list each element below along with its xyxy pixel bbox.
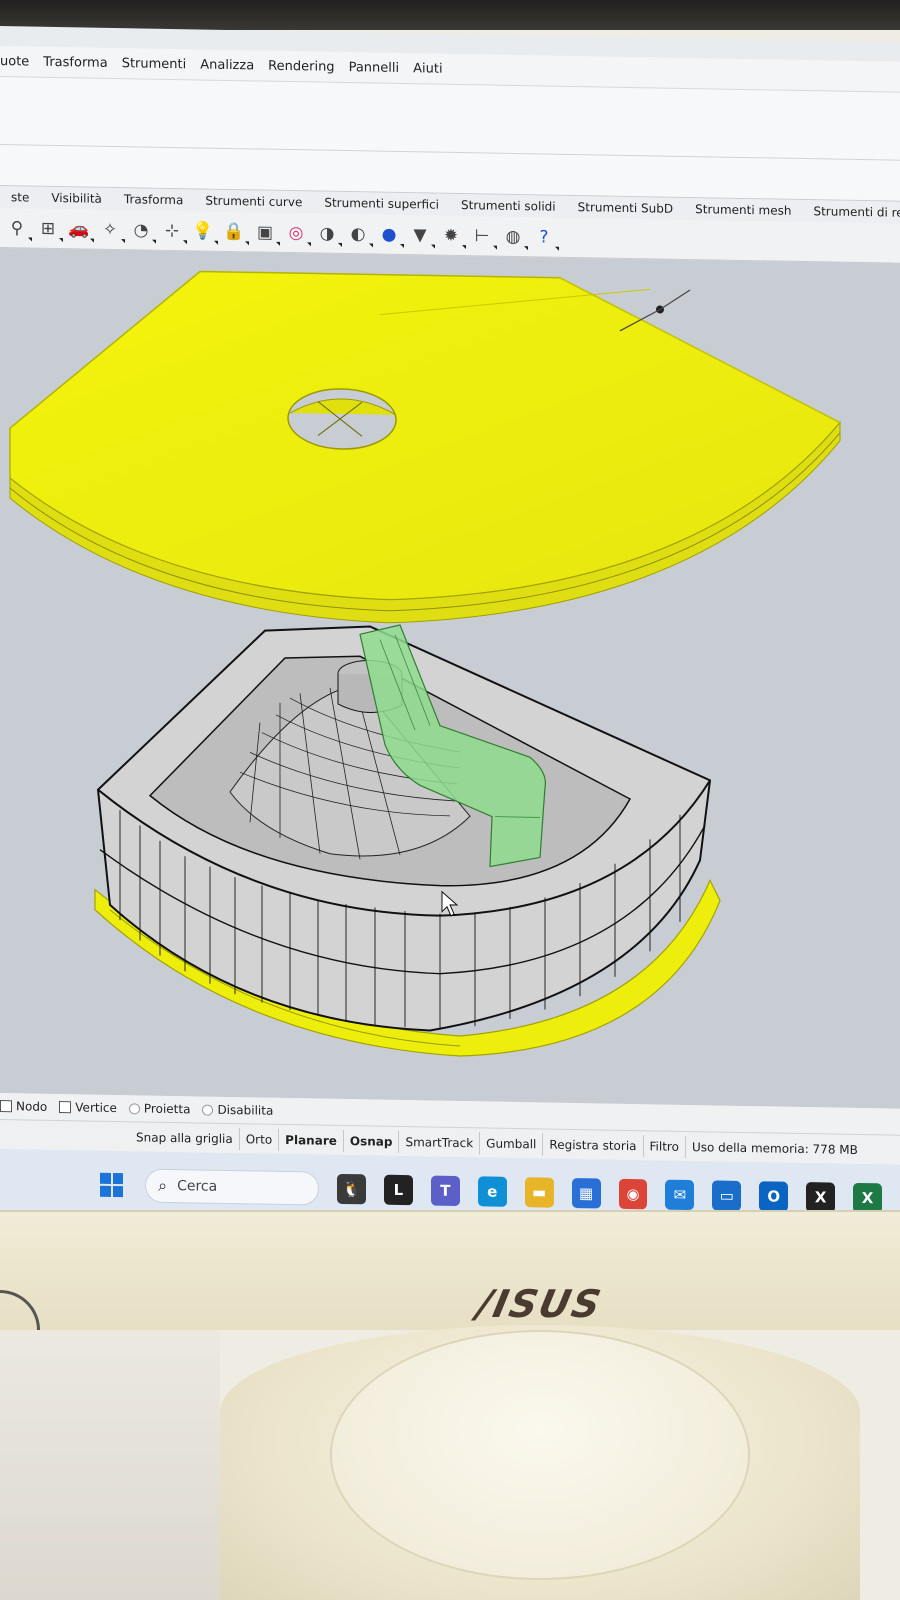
checkbox-box[interactable] — [0, 1100, 12, 1113]
excel-icon[interactable]: X — [853, 1182, 882, 1213]
gear-icon[interactable]: ✹ — [438, 222, 464, 248]
toolbar-tab[interactable]: Strumenti SubD — [567, 200, 684, 216]
help-icon[interactable]: ? — [531, 224, 557, 250]
menu-item[interactable]: Aiuti — [413, 61, 442, 77]
osnap-checkbox[interactable]: Nodo — [0, 1099, 47, 1114]
status-pane[interactable]: Registra storia — [543, 1132, 644, 1157]
monitor-top-bezel — [0, 0, 900, 30]
dimension-icon[interactable]: ⊢ — [469, 223, 495, 249]
search-placeholder: Cerca — [177, 1177, 218, 1195]
status-pane[interactable]: SmartTrack — [399, 1130, 481, 1154]
chrome-icon[interactable]: ◉ — [618, 1178, 648, 1209]
menu-item[interactable]: Rendering — [268, 58, 334, 74]
radio-box[interactable] — [128, 1102, 140, 1114]
sweep-icon[interactable]: ✧ — [97, 216, 123, 242]
edge-icon[interactable]: e — [477, 1175, 507, 1207]
outlook-icon[interactable]: O — [759, 1180, 789, 1212]
snap-icon[interactable]: ⊹ — [159, 217, 185, 243]
osnap-radio[interactable]: Disabilita — [202, 1103, 273, 1118]
mail-icon[interactable]: ✉ — [665, 1179, 695, 1210]
store-icon[interactable]: ▦ — [571, 1177, 601, 1208]
monitor-bottom-bezel — [0, 1210, 900, 1330]
monitor-brand-logo: /ISUS — [473, 1282, 607, 1326]
menu-item[interactable]: uote — [0, 54, 29, 70]
osnap-checkbox[interactable]: Vertice — [59, 1100, 117, 1115]
teams-icon[interactable]: T — [430, 1175, 460, 1206]
car-icon[interactable]: 🚗 — [66, 216, 92, 242]
status-pane[interactable]: Gumball — [480, 1131, 544, 1155]
toolbar-tab[interactable]: ste — [0, 190, 40, 205]
zoom-icon[interactable]: ⚲ — [4, 215, 30, 241]
materials-icon[interactable]: ▣ — [252, 219, 278, 245]
status-pane[interactable]: Snap alla griglia — [130, 1125, 240, 1150]
status-pane[interactable]: Planare — [279, 1128, 344, 1152]
file-explorer-icon[interactable]: ▬ — [524, 1176, 554, 1208]
toolbar-tab[interactable]: Strumenti mesh — [684, 202, 802, 218]
osnap-label: Disabilita — [217, 1102, 274, 1118]
menu-item[interactable]: Trasforma — [43, 54, 107, 70]
funnel-icon[interactable]: ▼ — [407, 222, 433, 248]
lock-icon[interactable]: 🔒 — [221, 218, 247, 244]
notes-app-icon[interactable]: L — [384, 1174, 413, 1205]
radio-box[interactable] — [202, 1104, 214, 1116]
widget-icon[interactable]: 🐧 — [337, 1173, 366, 1204]
status-pane[interactable]: Osnap — [343, 1129, 400, 1153]
menu-item[interactable]: Analizza — [200, 57, 254, 73]
light-bulb-icon[interactable]: 💡 — [190, 218, 216, 244]
toolbar-tab[interactable]: Strumenti di rende — [802, 204, 900, 220]
command-area[interactable] — [0, 76, 900, 202]
viewport-canvas — [9, 268, 842, 1057]
checkbox-box[interactable] — [59, 1101, 72, 1114]
toolbar-tab[interactable]: Strumenti curve — [194, 193, 313, 210]
toolbar-tab[interactable]: Trasforma — [113, 192, 194, 207]
rendered-sphere-icon[interactable]: ◐ — [345, 221, 371, 247]
monitor-app-icon[interactable]: ▭ — [712, 1179, 742, 1211]
status-pane[interactable]: Filtro — [643, 1134, 686, 1158]
osnap-label: Vertice — [75, 1100, 117, 1116]
color-wheel-icon[interactable]: ◎ — [283, 219, 309, 245]
viewport-grid-icon[interactable]: ⊞ — [35, 215, 61, 241]
windows-start-icon[interactable] — [100, 1172, 124, 1197]
toolbar-tab[interactable]: Visibilità — [40, 191, 113, 206]
lid-selected[interactable] — [9, 268, 842, 630]
globe-icon[interactable]: ◍ — [500, 223, 526, 249]
menu-item[interactable]: Pannelli — [349, 60, 400, 76]
screen: uote Trasforma Strumenti Analizza Rendering P… — [0, 26, 900, 1232]
taskbar-search[interactable]: ⌕ Cerca — [145, 1168, 320, 1206]
toolbar-tab[interactable]: Strumenti superfici — [313, 195, 450, 212]
rotate-view-icon[interactable]: ◔ — [128, 217, 154, 243]
desk-surface — [0, 1330, 220, 1600]
osnap-label: Proietta — [143, 1101, 191, 1117]
shaded-sphere-icon[interactable]: ◑ — [314, 220, 340, 246]
osnap-label: Nodo — [16, 1099, 48, 1114]
perspective-viewport[interactable] — [0, 248, 900, 1109]
monitor-stand-base — [330, 1330, 750, 1580]
status-pane[interactable]: Orto — [239, 1127, 280, 1151]
memory-usage: Uso della memoria: 778 MB — [691, 1139, 858, 1157]
menu-item[interactable]: Strumenti — [122, 56, 187, 72]
blue-sphere-icon[interactable]: ● — [376, 221, 402, 247]
toolbar-tab[interactable]: Strumenti solidi — [450, 198, 567, 214]
search-icon: ⌕ — [158, 1175, 168, 1195]
x-app-icon[interactable]: X — [806, 1181, 836, 1213]
osnap-radio[interactable]: Proietta — [128, 1101, 191, 1117]
